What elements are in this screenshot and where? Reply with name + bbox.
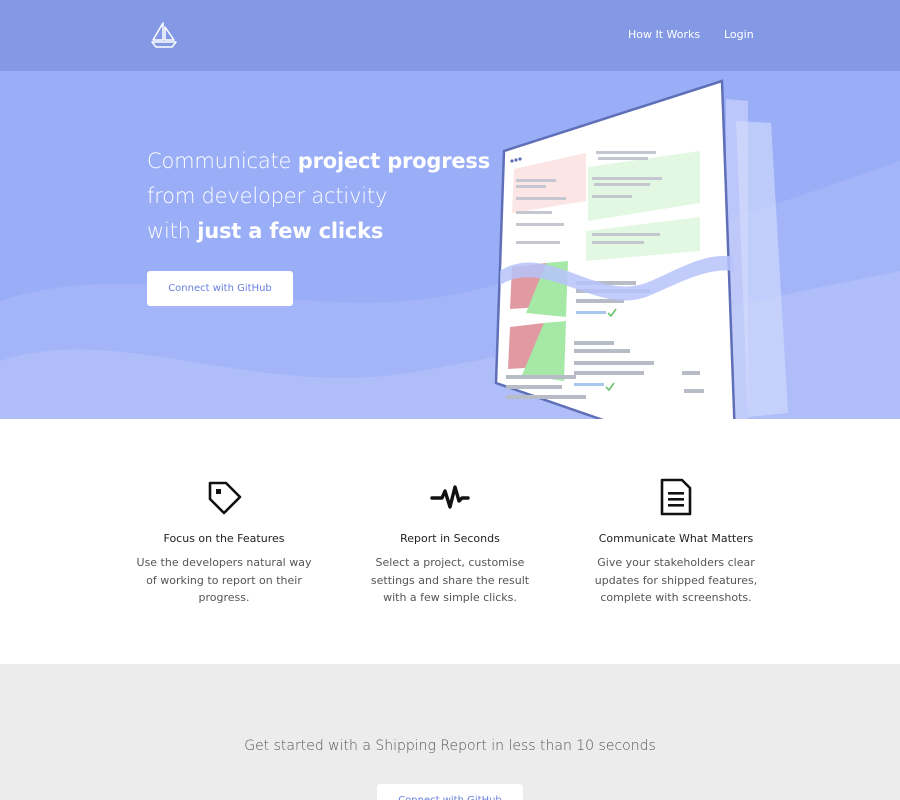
document-icon: [660, 478, 692, 516]
hero-headline: Communicate project progress from develo…: [147, 149, 491, 243]
feature-title: Report in Seconds: [400, 532, 500, 545]
feature-title: Focus on the Features: [163, 532, 285, 545]
site-header: How It Works Login: [0, 0, 900, 71]
landing-page: How It Works Login Communicate project p…: [0, 0, 900, 800]
tag-icon: [208, 481, 242, 515]
feature-item: Communicate What Matters Give your stake…: [586, 477, 766, 607]
nav-how-it-works-link[interactable]: How It Works: [628, 28, 700, 41]
feature-description: Select a project, customise settings and…: [370, 556, 530, 604]
features-section: Focus on the Features Use the developers…: [0, 419, 900, 664]
feature-description: Give your stakeholders clear updates for…: [594, 556, 758, 604]
bottom-cta-section: Get started with a Shipping Report in le…: [0, 664, 900, 800]
nav-login-link[interactable]: Login: [724, 28, 754, 41]
feature-item: Focus on the Features Use the developers…: [134, 477, 314, 607]
feature-title: Communicate What Matters: [598, 532, 754, 545]
connect-github-button-secondary[interactable]: Connect with GitHub: [377, 784, 523, 800]
pulse-icon: [430, 485, 470, 509]
report-mockup-illustration: [494, 79, 788, 468]
connect-github-button[interactable]: Connect with GitHub: [147, 271, 293, 306]
bottom-cta-text: Get started with a Shipping Report in le…: [244, 738, 656, 754]
feature-item: Report in Seconds Select a project, cust…: [360, 477, 540, 607]
feature-description: Use the developers natural way of workin…: [136, 556, 312, 604]
sailboat-logo-icon[interactable]: [150, 21, 178, 49]
